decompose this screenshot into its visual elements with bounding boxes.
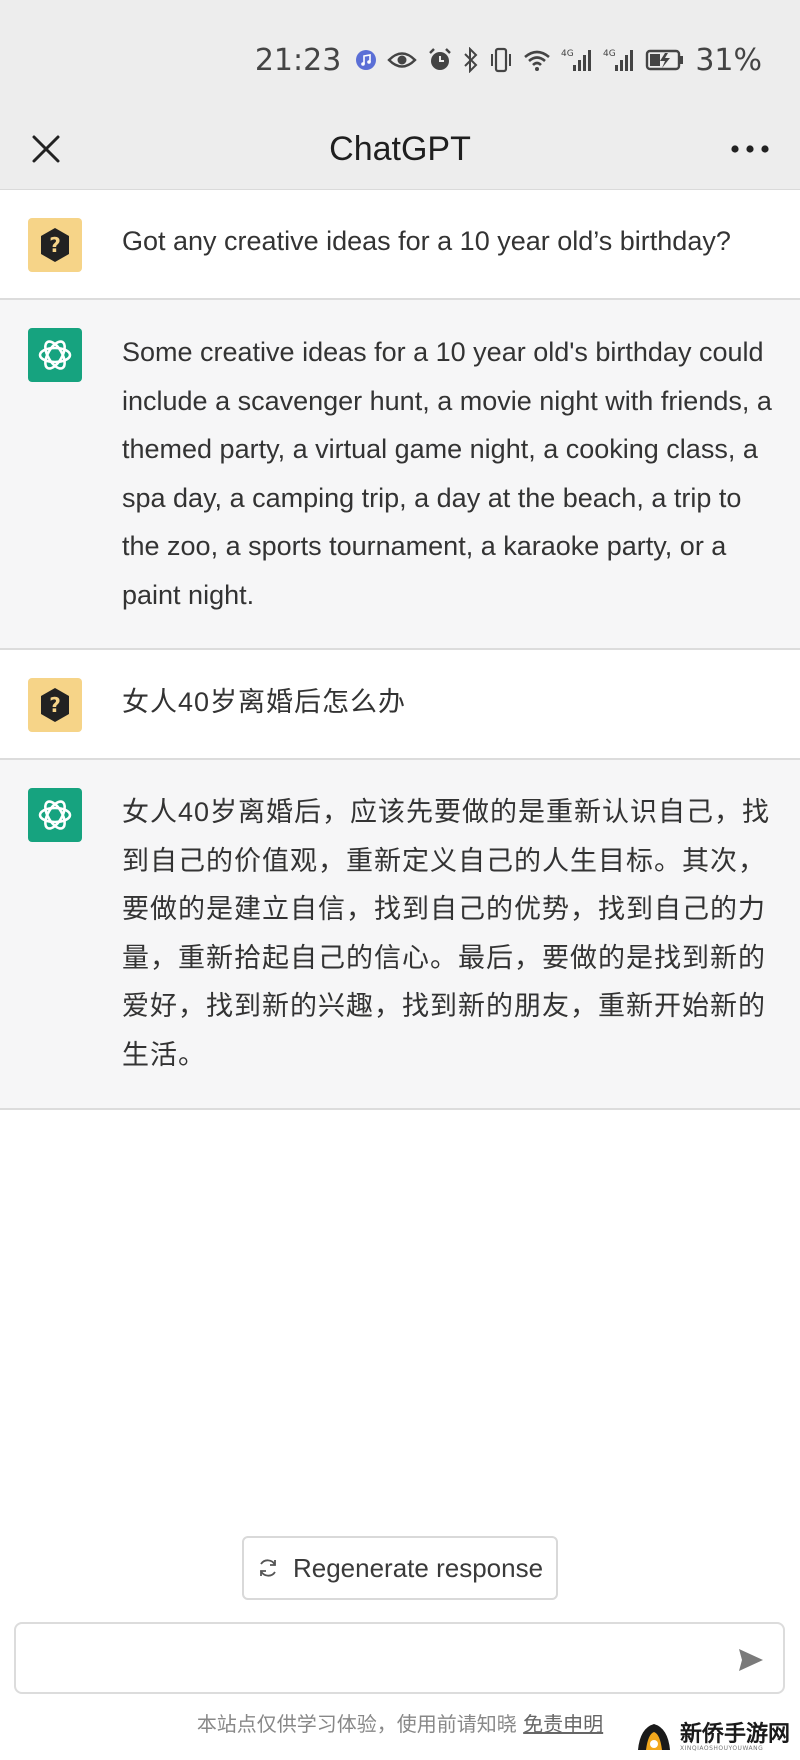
page-title: ChatGPT xyxy=(329,130,471,168)
battery-icon xyxy=(645,44,685,76)
regenerate-response-button[interactable]: Regenerate response xyxy=(242,1536,558,1600)
question-icon: ? xyxy=(41,228,69,262)
svg-text:?: ? xyxy=(49,693,61,717)
vibrate-icon xyxy=(489,44,513,76)
signal-4g-icon: 4G xyxy=(603,44,635,76)
status-bar: 21:23 4G 4G 31% xyxy=(0,0,800,108)
site-watermark: 新侨手游网 XINQIAOSHOUYOUWANG xyxy=(634,1718,790,1758)
disclaimer-text: 本站点仅供学习体验，使用前请知晓 xyxy=(196,1712,517,1736)
openai-logo-icon xyxy=(38,340,72,370)
refresh-icon xyxy=(260,1559,276,1577)
status-time: 21:23 xyxy=(254,42,342,78)
disclaimer-link[interactable]: 免责申明 xyxy=(523,1712,603,1736)
user-avatar: ? xyxy=(28,678,82,732)
music-app-icon xyxy=(355,44,377,76)
more-dots-icon xyxy=(731,145,769,153)
openai-logo-icon xyxy=(38,800,72,830)
message-text: 女人40岁离婚后，应该先要做的是重新认识自己，找到自己的价值观，重新定义自己的人… xyxy=(122,797,771,1070)
bluetooth-icon xyxy=(463,44,479,76)
battery-percent: 31% xyxy=(695,42,762,78)
signal-4g-icon: 4G xyxy=(561,44,593,76)
watermark-logo-icon xyxy=(637,1724,670,1750)
message-assistant: 女人40岁离婚后，应该先要做的是重新认识自己，找到自己的价值观，重新定义自己的人… xyxy=(0,760,800,1110)
message-user: ? Got any creative ideas for a 10 year o… xyxy=(0,190,800,300)
svg-text:?: ? xyxy=(49,233,61,257)
message-composer xyxy=(14,1622,785,1694)
more-options-button[interactable] xyxy=(724,125,776,173)
svg-text:4G: 4G xyxy=(561,49,574,59)
question-icon: ? xyxy=(41,688,69,722)
send-button[interactable] xyxy=(733,1642,769,1678)
conversation: ? Got any creative ideas for a 10 year o… xyxy=(0,190,800,1110)
message-text: Got any creative ideas for a 10 year old… xyxy=(122,226,731,256)
watermark-title: 新侨手游网 xyxy=(679,1721,790,1747)
app-header: ChatGPT xyxy=(0,108,800,190)
user-avatar: ? xyxy=(28,218,82,272)
wifi-icon xyxy=(523,44,551,76)
send-icon xyxy=(739,1649,763,1671)
status-icons: 21:23 4G 4G 31% xyxy=(255,40,762,80)
eye-icon xyxy=(387,44,418,76)
message-text: 女人40岁离婚后怎么办 xyxy=(122,687,407,717)
message-user: ? 女人40岁离婚后怎么办 xyxy=(0,650,800,760)
message-input[interactable] xyxy=(32,1634,712,1684)
alarm-icon xyxy=(427,44,453,76)
chatgpt-avatar xyxy=(28,788,82,842)
chatgpt-avatar xyxy=(28,328,82,382)
message-assistant: Some creative ideas for a 10 year old's … xyxy=(0,300,800,650)
regenerate-label: Regenerate response xyxy=(292,1552,544,1583)
svg-text:4G: 4G xyxy=(603,49,616,59)
message-text: Some creative ideas for a 10 year old's … xyxy=(122,337,772,610)
